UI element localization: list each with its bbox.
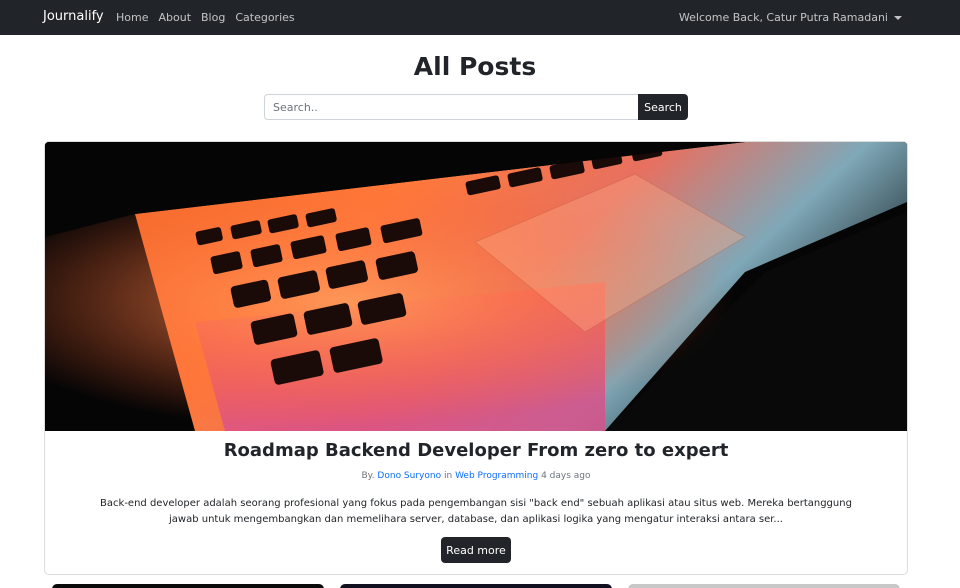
post-image xyxy=(45,142,907,431)
post-author-link[interactable]: Dono Suryono xyxy=(377,471,441,481)
post-title[interactable]: Roadmap Backend Developer From zero to e… xyxy=(45,440,907,461)
laptop-illustration xyxy=(45,142,907,431)
brand-logo[interactable]: Journalify xyxy=(43,9,104,24)
search-input[interactable] xyxy=(264,94,638,120)
post-in-label: in xyxy=(443,471,453,481)
post-card-preview-1 xyxy=(52,584,324,588)
search-button[interactable]: Search xyxy=(638,94,688,120)
post-category-link[interactable]: Web Programming xyxy=(455,471,538,481)
post-excerpt: Back-end developer adalah seorang profes… xyxy=(100,498,852,525)
nav-links: Home About Blog Categories xyxy=(116,11,295,24)
post-meta: By. Dono Suryono in Web Programming 4 da… xyxy=(45,471,907,481)
post-card: Roadmap Backend Developer From zero to e… xyxy=(44,141,908,575)
search-form: Search xyxy=(264,94,688,120)
nav-link-categories[interactable]: Categories xyxy=(235,11,294,24)
post-by-label: By. xyxy=(361,471,375,481)
nav-link-blog[interactable]: Blog xyxy=(201,11,225,24)
caret-down-icon xyxy=(894,15,902,20)
user-dropdown-label: Welcome Back, Catur Putra Ramadani xyxy=(678,11,888,24)
nav-link-about[interactable]: About xyxy=(158,11,191,24)
read-more-button[interactable]: Read more xyxy=(441,537,511,563)
post-time: 4 days ago xyxy=(541,471,591,481)
user-dropdown[interactable]: Welcome Back, Catur Putra Ramadani xyxy=(679,11,902,24)
post-card-preview-3 xyxy=(628,584,900,588)
page-title: All Posts xyxy=(413,52,537,81)
navbar: Journalify Home About Blog Categories We… xyxy=(0,0,960,35)
nav-link-home[interactable]: Home xyxy=(116,11,148,24)
post-card-preview-2 xyxy=(340,584,612,588)
